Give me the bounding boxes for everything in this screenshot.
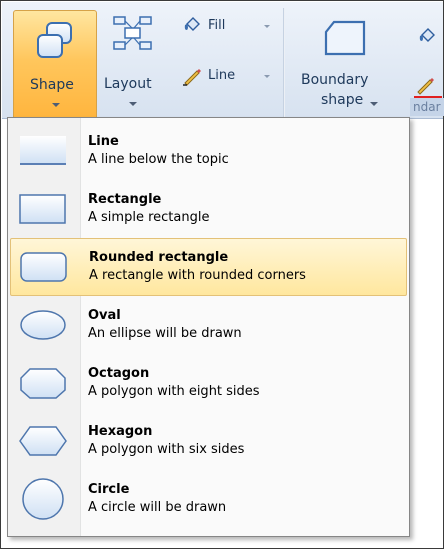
rectangle-shape-icon — [19, 194, 66, 224]
shape-dropdown-menu: Line A line below the topic Rectangle A … — [7, 117, 410, 537]
window-frame: Shape Layout Fill Line Boundary shape nd… — [0, 0, 444, 549]
line-shape-icon — [20, 136, 66, 165]
menu-item-line[interactable]: Line A line below the topic — [10, 122, 407, 180]
layout-button[interactable]: Layout — [100, 10, 166, 118]
menu-item-description: A line below the topic — [88, 152, 229, 167]
menu-item-title: Rectangle — [88, 192, 162, 207]
menu-item-oval[interactable]: Oval An ellipse will be drawn — [10, 296, 407, 354]
circle-shape-icon — [22, 478, 64, 520]
ribbon: Shape Layout Fill Line Boundary shape nd… — [2, 2, 444, 122]
octagon-shape-icon — [20, 368, 66, 399]
chevron-down-icon — [129, 102, 137, 106]
menu-item-description: A simple rectangle — [88, 210, 210, 225]
fill-button[interactable]: Fill — [176, 14, 276, 38]
menu-item-description: A polygon with eight sides — [88, 384, 260, 399]
menu-item-hexagon[interactable]: Hexagon A polygon with six sides — [10, 412, 407, 470]
paint-bucket-icon — [184, 17, 200, 31]
menu-item-title: Line — [88, 134, 119, 149]
line-button[interactable]: Line — [176, 64, 276, 88]
boundary-shape-button[interactable]: Boundary shape — [290, 10, 396, 118]
chevron-down-icon — [264, 25, 270, 28]
chevron-down-icon — [264, 75, 270, 78]
menu-item-circle[interactable]: Circle A circle will be drawn — [10, 470, 407, 528]
group-caption: ndar — [410, 98, 444, 116]
menu-item-title: Oval — [88, 308, 121, 323]
boundary-label-line2: shape — [321, 92, 364, 108]
oval-shape-icon — [20, 310, 66, 340]
menu-item-title: Circle — [88, 482, 130, 497]
menu-item-rectangle[interactable]: Rectangle A simple rectangle — [10, 180, 407, 238]
shape-button[interactable]: Shape — [13, 10, 97, 122]
chevron-down-icon — [370, 102, 378, 106]
boundary-label-line1: Boundary — [301, 72, 369, 88]
menu-item-title: Octagon — [88, 366, 150, 381]
menu-item-description: A polygon with six sides — [88, 442, 245, 457]
shape-icon — [37, 22, 72, 58]
menu-item-title: Rounded rectangle — [89, 250, 229, 265]
hexagon-shape-icon — [19, 426, 67, 456]
menu-item-rounded-rectangle[interactable]: Rounded rectangle A rectangle with round… — [10, 238, 407, 296]
menu-item-description: A circle will be drawn — [88, 500, 227, 515]
menu-item-description: A rectangle with rounded corners — [89, 268, 306, 283]
paint-bucket-icon — [419, 28, 435, 42]
pencil-icon — [183, 69, 201, 86]
chevron-down-icon — [52, 103, 60, 107]
group-separator — [283, 8, 285, 118]
menu-item-octagon[interactable]: Octagon A polygon with eight sides — [10, 354, 407, 412]
rounded-rectangle-shape-icon — [20, 252, 67, 282]
layout-icon — [113, 16, 152, 50]
line-label: Line — [208, 68, 236, 83]
boundary-shape-icon — [324, 20, 366, 56]
layout-button-label: Layout — [104, 76, 152, 92]
menu-item-description: An ellipse will be drawn — [88, 326, 242, 341]
fill-label: Fill — [208, 18, 226, 33]
menu-item-title: Hexagon — [88, 424, 153, 439]
shape-button-label: Shape — [30, 77, 74, 93]
